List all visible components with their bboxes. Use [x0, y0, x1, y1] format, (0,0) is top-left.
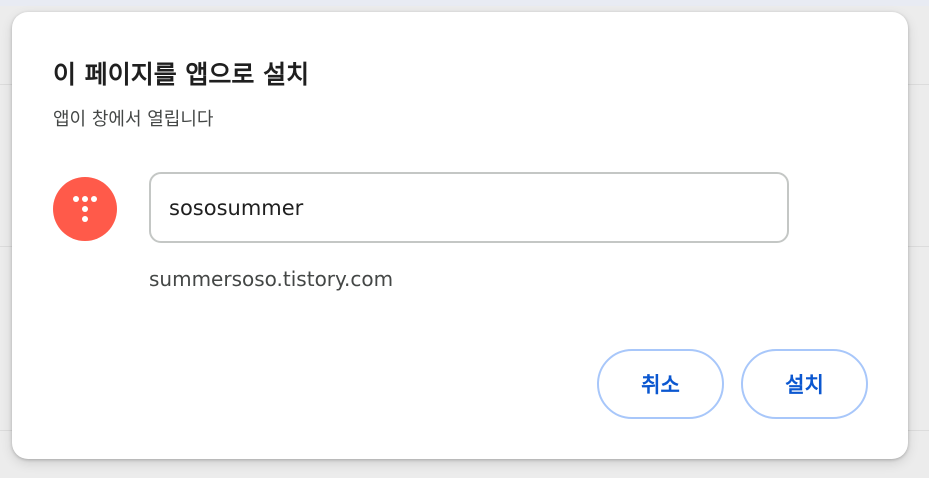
browser-top-strip: [0, 0, 929, 6]
app-origin-url: summersoso.tistory.com: [149, 267, 394, 291]
install-button[interactable]: 설치: [741, 349, 868, 419]
cancel-button[interactable]: 취소: [597, 349, 724, 419]
tistory-logo-icon: [53, 177, 117, 241]
dialog-subtitle: 앱이 창에서 열립니다: [53, 109, 214, 130]
dialog-title: 이 페이지를 앱으로 설치: [53, 60, 310, 89]
app-name-input[interactable]: [149, 172, 789, 243]
install-app-dialog: 이 페이지를 앱으로 설치 앱이 창에서 열립니다 summersoso.tis…: [12, 12, 908, 459]
